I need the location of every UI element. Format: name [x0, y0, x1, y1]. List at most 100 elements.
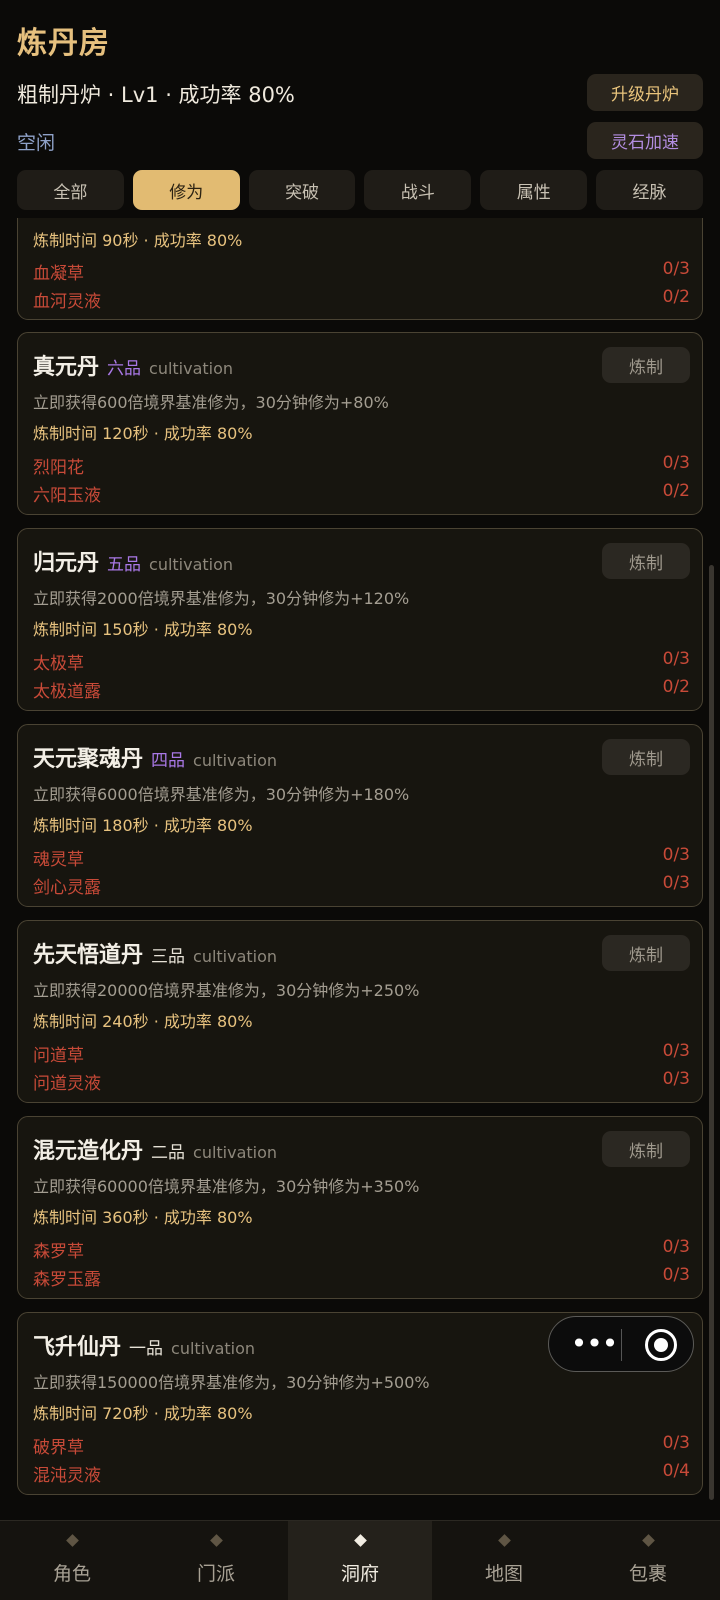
recipe-grade: 六品 — [107, 359, 142, 379]
recipe-name: 真元丹 — [33, 355, 100, 380]
material-count: 0/4 — [662, 1461, 690, 1481]
material-count: 0/2 — [662, 287, 690, 307]
material-count: 0/3 — [662, 845, 690, 865]
material-name: 森罗玉露 — [33, 1270, 101, 1290]
recipe-description: 立即获得600倍境界基准修为，30分钟修为+80% — [33, 393, 389, 412]
material-name: 血凝草 — [33, 264, 84, 284]
recipe-description: 立即获得20000倍境界基准修为，30分钟修为+250% — [33, 981, 420, 1000]
diamond-icon — [497, 1533, 511, 1547]
material-row: 森罗玉露 0/3 — [33, 1265, 690, 1290]
page-title: 炼丹房 — [17, 26, 110, 61]
nav-item-sect[interactable]: 门派 — [144, 1521, 288, 1600]
recipe-name: 飞升仙丹 — [33, 1335, 122, 1360]
recipe-description: 立即获得2000倍境界基准修为，30分钟修为+120% — [33, 589, 410, 608]
material-row: 血河灵液 0/2 — [33, 287, 690, 312]
craft-button[interactable]: 炼制 — [602, 739, 690, 775]
recipe-category: cultivation — [149, 359, 234, 378]
furnace-status: 空闲 — [17, 132, 56, 154]
upgrade-furnace-button[interactable]: 升级丹炉 — [587, 74, 703, 111]
craft-time: 炼制时间 240秒 · 成功率 80% — [33, 1012, 253, 1031]
recipe-grade: 四品 — [151, 751, 186, 771]
material-row: 魂灵草 0/3 — [33, 845, 690, 870]
recipe-card: 真元丹 六品 cultivation 炼制 立即获得600倍境界基准修为，30分… — [17, 332, 703, 515]
alchemy-page: 炼丹房 粗制丹炉 · Lv1 · 成功率 80% 空闲 升级丹炉 灵石加速 全部… — [0, 0, 720, 1600]
material-count: 0/3 — [662, 1433, 690, 1453]
diamond-icon — [353, 1533, 367, 1547]
material-count: 0/3 — [662, 1237, 690, 1257]
nav-item-bag[interactable]: 包裹 — [576, 1521, 720, 1600]
material-name: 血河灵液 — [33, 292, 101, 312]
recipe-name: 归元丹 — [33, 551, 100, 576]
material-row: 烈阳花 0/3 — [33, 453, 690, 478]
nav-item-character[interactable]: 角色 — [0, 1521, 144, 1600]
mini-program-capsule[interactable]: ••• — [548, 1316, 694, 1372]
material-row: 问道灵液 0/3 — [33, 1069, 690, 1094]
material-count: 0/3 — [662, 649, 690, 669]
tab-cultivation[interactable]: 修为 — [132, 170, 240, 210]
material-name: 问道草 — [33, 1046, 84, 1066]
recipe-category: cultivation — [193, 947, 278, 966]
nav-label: 地图 — [484, 1562, 523, 1585]
craft-button[interactable]: 炼制 — [602, 1131, 690, 1167]
recipe-card: 归元丹 五品 cultivation 炼制 立即获得2000倍境界基准修为，30… — [17, 528, 703, 711]
material-name: 森罗草 — [33, 1242, 84, 1262]
nav-label: 洞府 — [340, 1562, 379, 1585]
tab-attributes[interactable]: 属性 — [480, 170, 588, 210]
recipe-card: 炼制时间 90秒 · 成功率 80% 血凝草 0/3 血河灵液 0/2 — [17, 218, 703, 320]
craft-button[interactable]: 炼制 — [602, 543, 690, 579]
material-name: 太极道露 — [33, 682, 101, 702]
material-row: 问道草 0/3 — [33, 1041, 690, 1066]
recipe-category: cultivation — [193, 1143, 278, 1162]
craft-time: 炼制时间 360秒 · 成功率 80% — [33, 1208, 253, 1227]
tab-meridians[interactable]: 经脉 — [596, 170, 703, 210]
nav-label: 门派 — [196, 1562, 235, 1585]
nav-item-map[interactable]: 地图 — [432, 1521, 576, 1600]
recipe-title: 飞升仙丹 一品 cultivation — [33, 1329, 255, 1361]
material-row: 剑心灵露 0/3 — [33, 873, 690, 898]
recipe-name: 先天悟道丹 — [33, 943, 144, 968]
recipe-description: 立即获得6000倍境界基准修为，30分钟修为+180% — [33, 785, 410, 804]
material-row: 森罗草 0/3 — [33, 1237, 690, 1262]
material-count: 0/3 — [662, 1069, 690, 1089]
nav-item-cave[interactable]: 洞府 — [288, 1521, 432, 1600]
recipe-grade: 三品 — [151, 947, 186, 967]
material-name: 六阳玉液 — [33, 486, 101, 506]
craft-time: 炼制时间 120秒 · 成功率 80% — [33, 424, 253, 443]
recipe-description: 立即获得60000倍境界基准修为，30分钟修为+350% — [33, 1177, 420, 1196]
material-count: 0/3 — [662, 259, 690, 279]
material-count: 0/3 — [662, 453, 690, 473]
recipe-title: 先天悟道丹 三品 cultivation — [33, 937, 277, 969]
material-name: 问道灵液 — [33, 1074, 101, 1094]
recipe-grade: 一品 — [129, 1339, 164, 1359]
tab-breakthrough[interactable]: 突破 — [248, 170, 356, 210]
craft-button[interactable]: 炼制 — [602, 935, 690, 971]
material-count: 0/3 — [662, 1265, 690, 1285]
material-count: 0/3 — [662, 1041, 690, 1061]
recipe-title: 天元聚魂丹 四品 cultivation — [33, 741, 277, 773]
nav-label: 角色 — [52, 1562, 91, 1585]
craft-button[interactable]: 炼制 — [602, 347, 690, 383]
material-name: 烈阳花 — [33, 458, 84, 478]
list-scrollbar[interactable] — [709, 565, 714, 1500]
nav-label: 包裹 — [628, 1562, 667, 1585]
tab-all[interactable]: 全部 — [17, 170, 124, 210]
recipe-category: cultivation — [149, 555, 234, 574]
close-target-icon[interactable] — [645, 1329, 677, 1361]
recipe-category: cultivation — [171, 1339, 256, 1358]
capsule-divider — [621, 1329, 622, 1361]
recipe-name: 天元聚魂丹 — [33, 747, 144, 772]
material-row: 六阳玉液 0/2 — [33, 481, 690, 506]
tab-combat[interactable]: 战斗 — [364, 170, 472, 210]
material-row: 破界草 0/3 — [33, 1433, 690, 1458]
more-options-icon[interactable]: ••• — [569, 1330, 619, 1358]
recipe-title: 混元造化丹 二品 cultivation — [33, 1133, 277, 1165]
category-tabs: 全部 修为 突破 战斗 属性 经脉 — [17, 170, 703, 210]
material-count: 0/2 — [662, 481, 690, 501]
recipe-card: 先天悟道丹 三品 cultivation 炼制 立即获得20000倍境界基准修为… — [17, 920, 703, 1103]
craft-time: 炼制时间 90秒 · 成功率 80% — [33, 231, 243, 250]
furnace-info: 粗制丹炉 · Lv1 · 成功率 80% — [17, 83, 295, 107]
recipe-description: 立即获得150000倍境界基准修为，30分钟修为+500% — [33, 1373, 430, 1392]
recipe-card: 天元聚魂丹 四品 cultivation 炼制 立即获得6000倍境界基准修为，… — [17, 724, 703, 907]
speedup-button[interactable]: 灵石加速 — [587, 122, 703, 159]
material-row: 血凝草 0/3 — [33, 259, 690, 284]
